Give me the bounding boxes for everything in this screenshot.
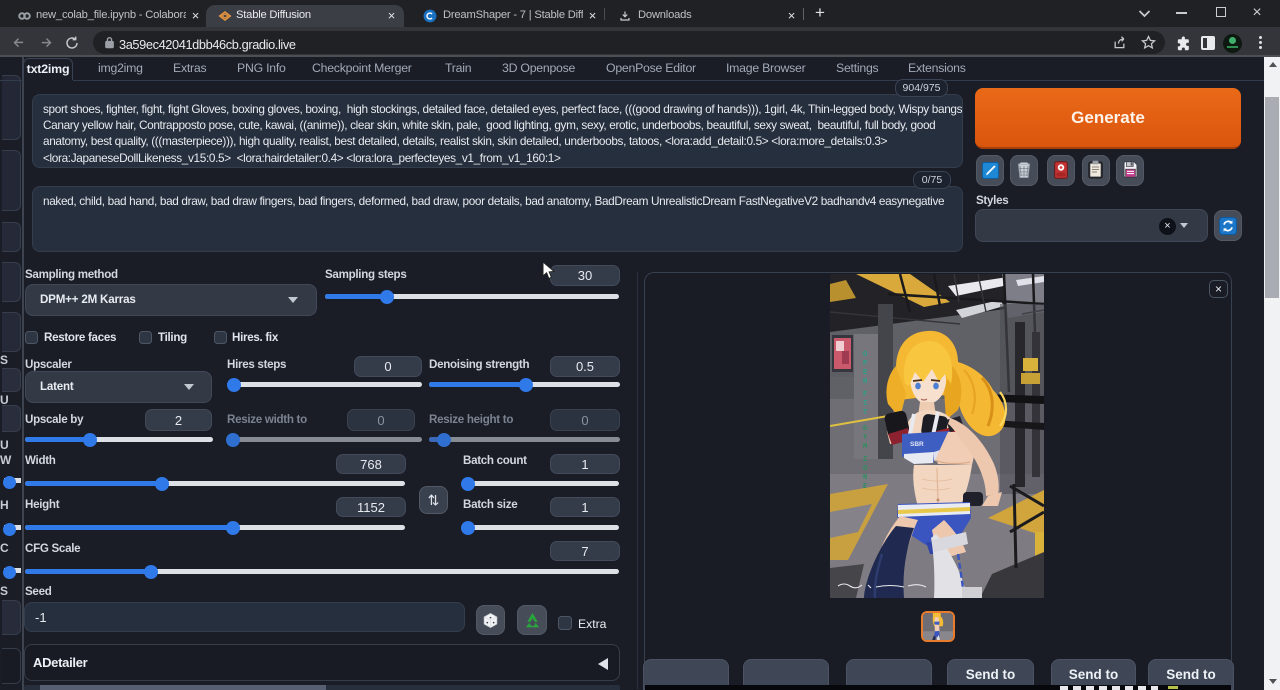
svg-text:N: N [863,474,867,482]
svg-text:O: O [863,465,867,473]
svg-text:E: E [863,369,867,377]
svg-text:I: I [863,400,867,408]
svg-text:F: F [863,391,867,399]
svg-text:M: M [863,443,867,451]
svg-text:Z: Z [863,456,867,464]
svg-text:T: T [863,409,867,417]
svg-text:P: P [863,360,867,368]
svg-text:N: N [863,378,867,386]
svg-text:SBR: SBR [910,441,924,448]
svg-text:O: O [863,351,867,359]
svg-text:G: G [863,425,867,433]
